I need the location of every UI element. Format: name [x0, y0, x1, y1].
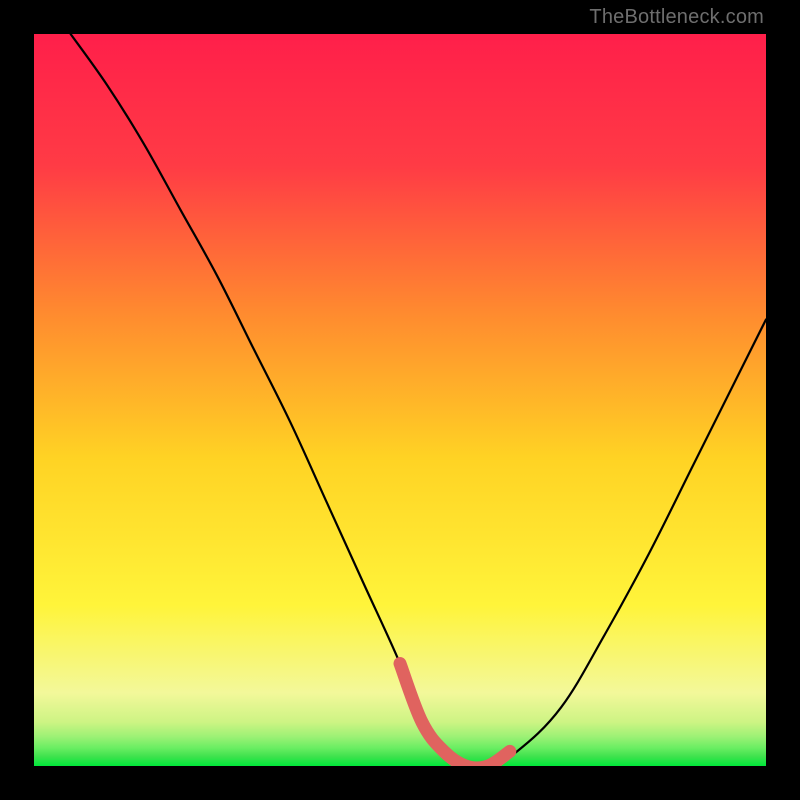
chart-svg: [34, 34, 766, 766]
plot-area: [34, 34, 766, 766]
floor-highlight: [400, 664, 510, 766]
watermark-text: TheBottleneck.com: [589, 6, 764, 29]
bottleneck-curve: [71, 34, 766, 766]
chart-frame: TheBottleneck.com: [0, 0, 800, 800]
